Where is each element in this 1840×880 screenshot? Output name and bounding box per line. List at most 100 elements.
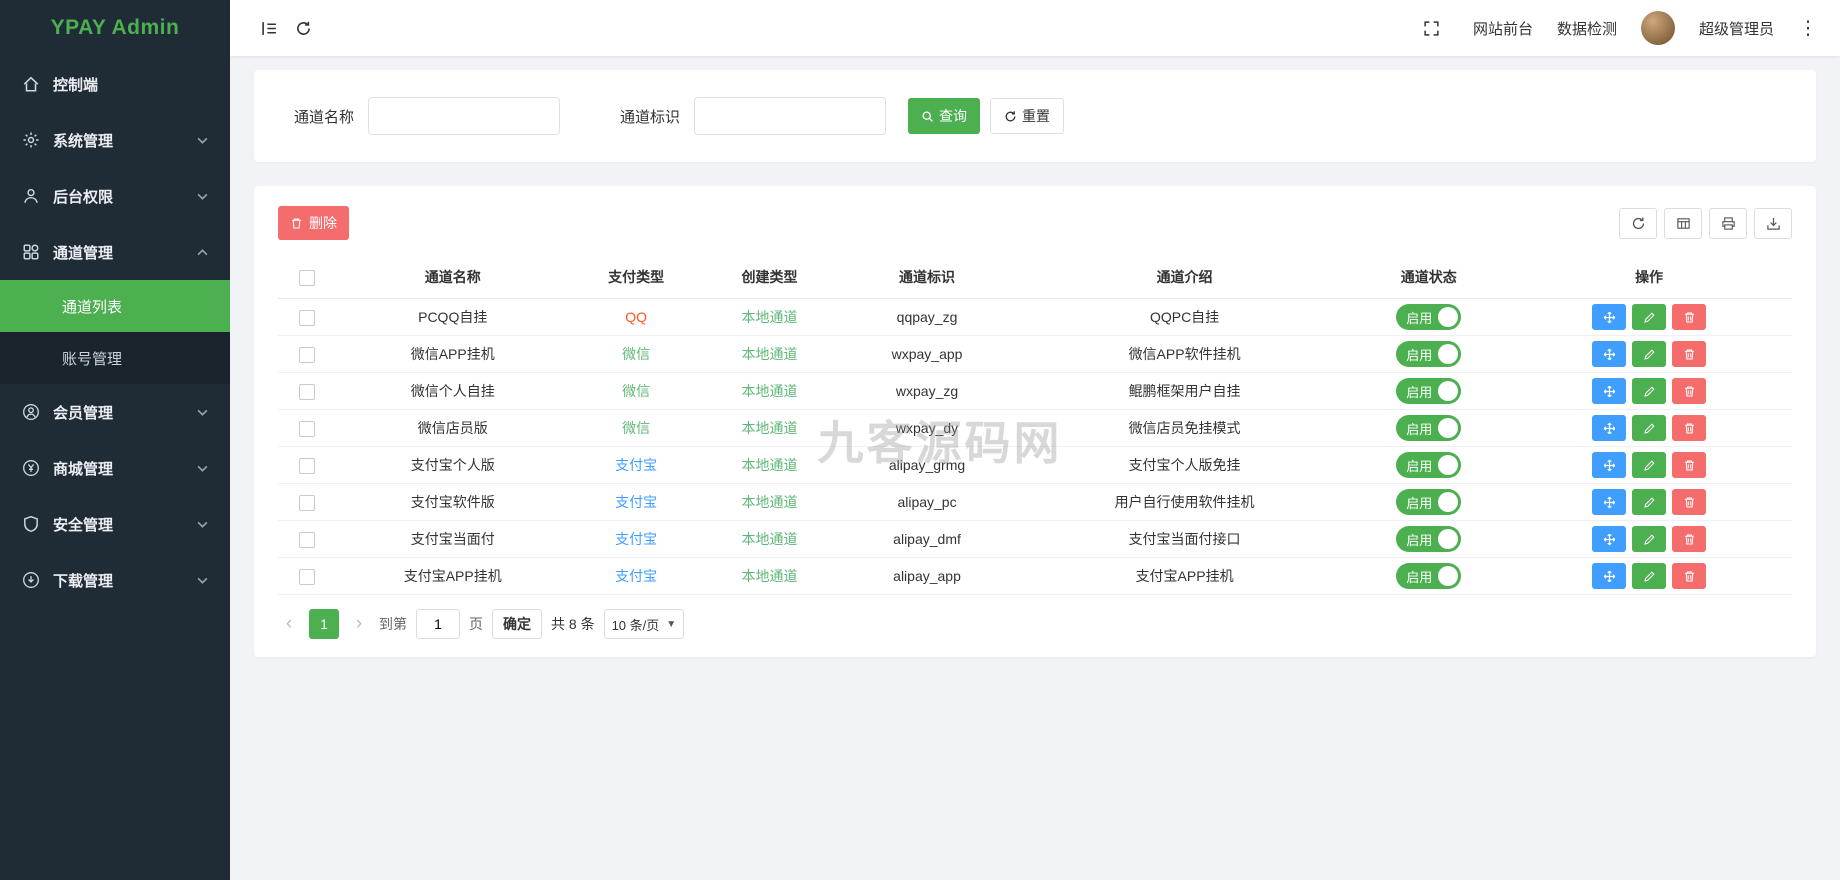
edit-row-button[interactable] [1632,489,1667,515]
chevron-up-icon [197,248,208,256]
status-toggle[interactable]: 启用 [1396,341,1462,367]
sidebar-item[interactable]: 会员管理 [0,384,230,440]
move-row-button[interactable] [1592,526,1627,552]
sidebar-item[interactable]: 下载管理 [0,552,230,608]
channel-intro-cell: 微信店员免挂模式 [1017,409,1352,447]
channel-code-cell: wxpay_app [836,335,1018,373]
status-toggle[interactable]: 启用 [1396,452,1462,478]
sidebar-subitem[interactable]: 通道列表 [0,280,230,332]
table-columns-button[interactable] [1664,207,1702,239]
frontend-link[interactable]: 网站前台 [1473,18,1533,39]
prev-page-button[interactable]: ‹ [278,609,300,639]
delete-button[interactable]: 删除 [278,206,349,240]
status-toggle[interactable]: 启用 [1396,563,1462,589]
move-row-button[interactable] [1592,489,1627,515]
sidebar-item[interactable]: 通道管理 [0,224,230,280]
status-label: 启用 [1406,310,1433,326]
sidebar-subitem[interactable]: 账号管理 [0,332,230,384]
delete-row-button[interactable] [1672,378,1707,404]
username[interactable]: 超级管理员 [1699,18,1774,39]
delete-row-button[interactable] [1672,526,1707,552]
more-menu-icon[interactable]: ⋮ [1798,11,1818,45]
move-row-button[interactable] [1592,341,1627,367]
status-toggle[interactable]: 启用 [1396,526,1462,552]
export-icon [1766,217,1780,230]
confirm-page-button[interactable]: 确定 [492,609,542,639]
toolbar-right [1612,207,1792,239]
chevron-down-icon [197,577,208,584]
channel-name-input[interactable] [368,97,561,135]
reset-button-label: 重置 [1022,108,1051,124]
chevron-down-icon [197,409,208,416]
sidebar-item[interactable]: 控制端 [0,56,230,112]
current-page-button[interactable]: 1 [309,609,339,639]
row-checkbox[interactable] [299,568,315,585]
delete-row-button[interactable] [1672,563,1707,589]
table-refresh-button[interactable] [1619,207,1657,239]
row-checkbox[interactable] [299,420,315,437]
create-type-cell: 本地通道 [702,520,837,558]
table-row: PCQQ自挂 QQ 本地通道 qqpay_zg QQPC自挂 启用 [278,298,1792,336]
channel-name-cell: 微信店员版 [336,409,570,447]
data-check-link[interactable]: 数据检测 [1557,18,1617,39]
sidebar-item[interactable]: 安全管理 [0,496,230,552]
row-checkbox[interactable] [299,494,315,511]
move-row-button[interactable] [1592,415,1627,441]
row-checkbox[interactable] [299,383,315,400]
table-card: 删除 通道名称 支付类型 创建类型 通道标识 通道介绍 通道状态 操作 PCQQ… [254,186,1816,657]
fullscreen-icon[interactable] [1415,11,1449,45]
row-checkbox[interactable] [299,457,315,474]
channel-code-input[interactable] [694,97,887,135]
edit-row-button[interactable] [1632,526,1667,552]
sidebar-item[interactable]: 商城管理 [0,440,230,496]
collapse-menu-icon[interactable] [252,11,286,45]
status-toggle[interactable]: 启用 [1396,415,1462,441]
refresh-icon[interactable] [286,11,320,45]
sidebar-item[interactable]: 系统管理 [0,112,230,168]
edit-row-button[interactable] [1632,563,1667,589]
sidebar-item-label: 下载管理 [53,572,114,590]
status-toggle[interactable]: 启用 [1396,378,1462,404]
channel-intro-cell: 微信APP软件挂机 [1017,335,1352,373]
trash-icon [292,218,301,228]
delete-row-button[interactable] [1672,415,1707,441]
move-row-button[interactable] [1592,378,1627,404]
status-label: 启用 [1406,421,1433,437]
table-row: 微信APP挂机 微信 本地通道 wxpay_app 微信APP软件挂机 启用 [278,335,1792,373]
table-row: 支付宝软件版 支付宝 本地通道 alipay_pc 用户自行使用软件挂机 启用 [278,483,1792,521]
edit-row-button[interactable] [1632,415,1667,441]
shield-icon [22,515,40,533]
table-print-button[interactable] [1709,207,1747,239]
channel-code-cell: alipay_grmg [836,446,1018,484]
delete-row-button[interactable] [1672,489,1707,515]
edit-row-button[interactable] [1632,378,1667,404]
row-checkbox[interactable] [299,531,315,548]
goto-page-input[interactable] [416,609,460,639]
table-export-button[interactable] [1754,207,1792,239]
delete-row-button[interactable] [1672,452,1707,478]
page-size-select[interactable]: 10 条/页 ▼ [603,609,685,639]
app-root: YPAY Admin 控制端 系统管理 后台权限 通道管理 通道列表 账号管理 会员管理 商城… [0,0,1840,880]
delete-row-button[interactable] [1672,341,1707,367]
sidebar-item-label: 系统管理 [53,132,114,150]
channel-name-cell: 支付宝APP挂机 [336,557,570,595]
avatar[interactable] [1640,11,1675,45]
move-row-button[interactable] [1592,304,1627,330]
sidebar-item[interactable]: 后台权限 [0,168,230,224]
column-header: 创建类型 [702,256,837,299]
edit-row-button[interactable] [1632,452,1667,478]
next-page-button[interactable]: › [348,609,370,639]
edit-row-button[interactable] [1632,304,1667,330]
topbar-right: 网站前台 数据检测 超级管理员 ⋮ [1415,11,1818,45]
search-button[interactable]: 查询 [908,98,981,134]
delete-row-button[interactable] [1672,304,1707,330]
status-toggle[interactable]: 启用 [1396,489,1462,515]
row-checkbox[interactable] [299,309,315,326]
reset-button[interactable]: 重置 [990,98,1065,134]
move-row-button[interactable] [1592,452,1627,478]
select-all-checkbox[interactable] [299,269,315,286]
row-checkbox[interactable] [299,346,315,363]
status-toggle[interactable]: 启用 [1396,304,1462,330]
move-row-button[interactable] [1592,563,1627,589]
edit-row-button[interactable] [1632,341,1667,367]
